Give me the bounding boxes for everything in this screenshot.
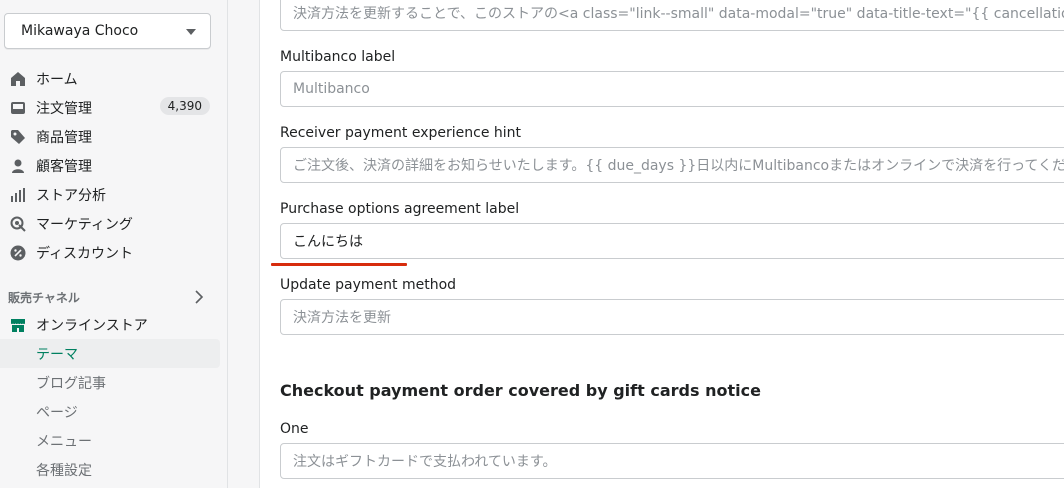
nav-item-marketing[interactable]: マーケティング [0,209,228,238]
nav-item-label: ホーム [36,71,78,88]
sidebar: Mikawaya Choco ホーム 注文管理 4,390 商品管理 顧客管理 … [0,0,228,488]
analytics-icon [11,188,25,202]
one-input[interactable]: 注文はギフトカードで支払われています。 [280,443,1064,479]
nav-item-label: ストア分析 [36,187,106,204]
purchase-options-heading: Purchase options agreement label [280,201,520,217]
nav-item-customers[interactable]: 顧客管理 [0,151,228,180]
store-name: Mikawaya Choco [21,23,139,39]
highlight-underline [271,263,407,266]
store-icon [11,319,25,332]
nav-subitem-pages[interactable]: ページ [0,397,228,426]
receiver-hint-heading: Receiver payment experience hint [280,125,522,141]
update-payment-input[interactable]: 決済方法を更新 [280,299,1064,335]
home-icon [11,72,25,86]
nav-item-orders[interactable]: 注文管理 4,390 [0,93,228,122]
nav-subitem-label: ページ [36,404,78,421]
online-store-nav: オンラインストア テーマ ブログ記事 ページ メニュー 各種設定 [0,310,228,484]
marketing-icon [10,216,26,232]
nav-item-label: マーケティング [36,216,133,233]
main-nav: ホーム 注文管理 4,390 商品管理 顧客管理 ストア分析 マーケティング デ… [0,64,228,267]
nav-subitem-label: 各種設定 [36,462,92,479]
one-heading: One [280,421,309,437]
cancellation-policy-field[interactable]: 決済方法を更新することで、このストアの<a class="link--small… [280,0,1064,31]
nav-item-label: 顧客管理 [36,158,92,175]
nav-item-label: 商品管理 [36,129,92,146]
nav-item-discounts[interactable]: ディスカウント [0,238,228,267]
chevron-right-icon[interactable] [194,290,204,304]
tag-icon [11,130,25,144]
nav-item-products[interactable]: 商品管理 [0,122,228,151]
nav-subitem-blog-posts[interactable]: ブログ記事 [0,368,228,397]
orders-count-badge: 4,390 [159,97,210,115]
discount-icon [10,245,26,261]
nav-subitem-preferences[interactable]: 各種設定 [0,455,228,484]
multibanco-label-heading: Multibanco label [280,49,396,65]
nav-item-label: ディスカウント [36,245,134,262]
receiver-hint-input[interactable]: ご注文後、決済の詳細をお知らせいたします。{{ due_days }}日以内にM… [280,147,1064,183]
nav-item-label: 注文管理 [36,100,92,117]
nav-subitem-label: ブログ記事 [36,375,106,392]
store-selector[interactable]: Mikawaya Choco [4,13,211,49]
nav-item-label: オンラインストア [36,317,148,334]
gift-card-notice-heading: Checkout payment order covered by gift c… [280,381,761,400]
orders-icon [11,102,25,114]
nav-item-home[interactable]: ホーム [0,64,228,93]
update-payment-heading: Update payment method [280,277,457,293]
caret-down-icon [186,29,196,35]
nav-subitem-label: テーマ [36,346,78,363]
nav-subitem-label: メニュー [36,433,92,450]
nav-item-analytics[interactable]: ストア分析 [0,180,228,209]
nav-subitem-navigation[interactable]: メニュー [0,426,228,455]
nav-item-online-store[interactable]: オンラインストア [0,310,228,339]
sales-channels-heading: 販売チャネル [8,291,80,305]
multibanco-label-input[interactable]: Multibanco [280,71,1064,107]
customer-icon [12,159,24,173]
main-content: 決済方法を更新することで、このストアの<a class="link--small… [260,0,1064,488]
nav-subitem-themes[interactable]: テーマ [0,339,220,368]
purchase-options-input[interactable]: こんにちは [280,223,1064,259]
